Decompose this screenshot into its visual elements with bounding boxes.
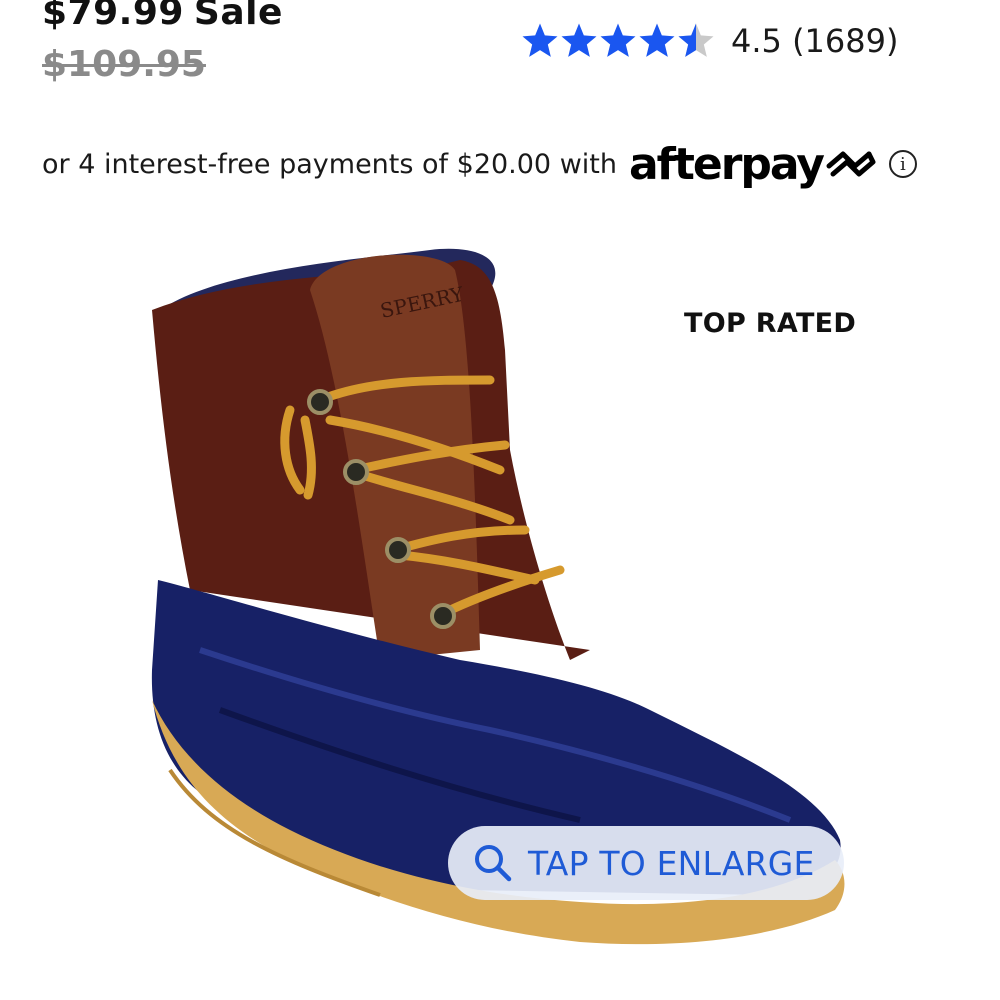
info-icon[interactable]: i	[888, 150, 917, 178]
star-icon	[561, 23, 597, 57]
star-icon	[600, 23, 636, 57]
sale-price-amount: $79.99	[42, 0, 184, 33]
tap-to-enlarge-button[interactable]: TAP TO ENLARGE	[448, 826, 844, 900]
rating-stars	[520, 21, 715, 61]
sale-label: Sale	[193, 0, 283, 33]
star-icon	[639, 23, 675, 57]
sale-price: $79.99 Sale	[42, 0, 283, 33]
rating-summary[interactable]: 4.5 (1689)	[731, 22, 898, 60]
afterpay-logo: afterpay	[629, 139, 877, 190]
star-icon	[522, 23, 558, 57]
rating[interactable]: 4.5 (1689)	[520, 18, 898, 64]
original-price: $109.95	[42, 44, 206, 85]
installment-text: or 4 interest-free payments of $20.00 wi…	[42, 148, 617, 180]
search-icon	[475, 845, 512, 882]
tap-to-enlarge-label: TAP TO ENLARGE	[528, 843, 815, 883]
installment-offer: or 4 interest-free payments of $20.00 wi…	[42, 138, 917, 190]
info-glyph: i	[900, 153, 906, 175]
half-star-icon	[678, 23, 714, 57]
afterpay-arrows-icon	[826, 151, 876, 177]
afterpay-wordmark: afterpay	[628, 138, 825, 190]
